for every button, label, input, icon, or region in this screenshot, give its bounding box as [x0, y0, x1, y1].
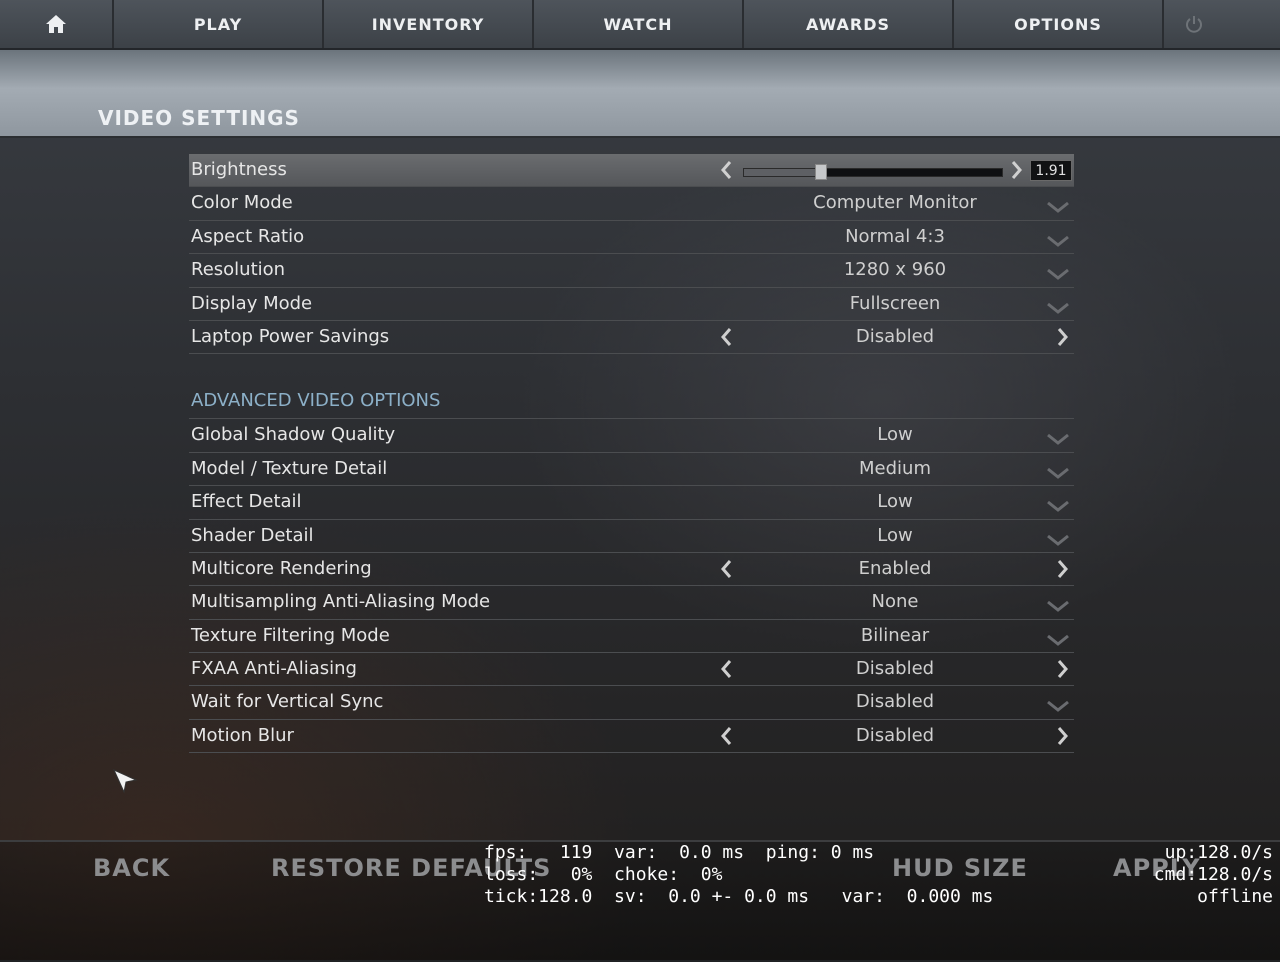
- setting-label: FXAA Anti-Aliasing: [191, 658, 357, 680]
- setting-value[interactable]: Medium: [749, 458, 1041, 479]
- setting-label: Motion Blur: [191, 724, 294, 746]
- arrow-left-icon[interactable]: [719, 559, 733, 579]
- hud-size-button[interactable]: HUD SIZE: [892, 854, 1028, 882]
- setting-label: Aspect Ratio: [191, 225, 305, 247]
- setting-label: Display Mode: [191, 292, 313, 314]
- setting-row-aspect-ratio[interactable]: Aspect Ratio Normal 4:3: [189, 221, 1074, 255]
- arrow-left-icon[interactable]: [719, 726, 733, 746]
- setting-value[interactable]: Fullscreen: [749, 293, 1041, 314]
- setting-row-resolution[interactable]: Resolution 1280 x 960: [189, 254, 1074, 288]
- tab-play[interactable]: PLAY: [114, 0, 324, 48]
- setting-row-texture-filtering-mode[interactable]: Texture Filtering Mode Bilinear: [189, 620, 1074, 654]
- arrow-right-icon[interactable]: [1010, 160, 1024, 180]
- arrow-right-icon[interactable]: [1056, 726, 1070, 746]
- setting-row-model-texture-detail[interactable]: Model / Texture Detail Medium: [189, 453, 1074, 487]
- netgraph-line-3: tick:128.0 sv: 0.0 +- 0.0 ms var: 0.000 …: [484, 886, 994, 907]
- setting-row-color-mode[interactable]: Color Mode Computer Monitor: [189, 187, 1074, 221]
- setting-row-multisampling-anti-aliasing-mode[interactable]: Multisampling Anti-Aliasing Mode None: [189, 586, 1074, 620]
- setting-value[interactable]: 1280 x 960: [749, 259, 1041, 280]
- setting-value[interactable]: Normal 4:3: [749, 226, 1041, 247]
- arrow-right-icon[interactable]: [1056, 659, 1070, 679]
- arrow-left-icon[interactable]: [719, 327, 733, 347]
- slider-fill: [744, 169, 821, 176]
- brightness-slider[interactable]: [743, 164, 1003, 180]
- netgraph-cmd: cmd:128.0/s: [1153, 864, 1273, 885]
- setting-label: Effect Detail: [191, 491, 302, 513]
- setting-label: Color Mode: [191, 192, 293, 214]
- setting-label: Resolution: [191, 259, 286, 281]
- chevron-down-icon[interactable]: [1046, 433, 1070, 446]
- setting-label: Brightness: [191, 159, 287, 180]
- arrow-right-icon[interactable]: [1056, 327, 1070, 347]
- top-nav: PLAY INVENTORY WATCH AWARDS OPTIONS: [0, 0, 1280, 50]
- setting-row-multicore-rendering[interactable]: Multicore Rendering Enabled: [189, 553, 1074, 587]
- settings-list: Brightness 1.91 Color Mode Computer Monit…: [189, 154, 1074, 754]
- setting-row-motion-blur[interactable]: Motion Blur Disabled: [189, 720, 1074, 754]
- setting-row-wait-for-vertical-sync[interactable]: Wait for Vertical Sync Disabled: [189, 686, 1074, 720]
- setting-value: Disabled: [855, 658, 935, 680]
- setting-row-shader-detail[interactable]: Shader Detail Low: [189, 520, 1074, 553]
- setting-value: Disabled: [855, 724, 935, 746]
- setting-value[interactable]: Low: [749, 491, 1041, 512]
- power-icon: [1186, 16, 1202, 33]
- chevron-down-icon[interactable]: [1046, 634, 1070, 646]
- setting-value: Disabled: [855, 325, 935, 347]
- netgraph-up: up:128.0/s: [1164, 842, 1273, 863]
- setting-value[interactable]: Low: [749, 424, 1041, 445]
- chevron-down-icon[interactable]: [1046, 500, 1070, 513]
- mouse-cursor-icon: [112, 768, 138, 794]
- arrow-left-icon[interactable]: [719, 659, 733, 679]
- section-title-advanced: ADVANCED VIDEO OPTIONS: [189, 386, 1074, 420]
- tab-inventory[interactable]: INVENTORY: [324, 0, 534, 48]
- power-button[interactable]: [1164, 0, 1224, 48]
- setting-value[interactable]: Disabled: [749, 691, 1041, 712]
- setting-label: Wait for Vertical Sync: [191, 691, 384, 713]
- slider-thumb[interactable]: [815, 164, 827, 180]
- setting-label: Multicore Rendering: [191, 557, 372, 579]
- arrow-right-icon[interactable]: [1056, 559, 1070, 579]
- chevron-down-icon[interactable]: [1046, 534, 1070, 546]
- chevron-down-icon[interactable]: [1046, 467, 1070, 479]
- brightness-value: 1.91: [1030, 160, 1072, 181]
- tab-awards[interactable]: AWARDS: [744, 0, 954, 48]
- setting-value[interactable]: Bilinear: [749, 625, 1041, 646]
- chevron-down-icon[interactable]: [1046, 302, 1070, 314]
- setting-row-effect-detail[interactable]: Effect Detail Low: [189, 486, 1074, 520]
- page-title: VIDEO SETTINGS: [98, 106, 300, 130]
- tab-watch[interactable]: WATCH: [534, 0, 744, 48]
- setting-label: Global Shadow Quality: [191, 424, 396, 446]
- setting-label: Texture Filtering Mode: [191, 624, 390, 646]
- home-icon: [46, 15, 66, 33]
- back-button[interactable]: BACK: [93, 854, 170, 882]
- setting-row-fxaa-anti-aliasing[interactable]: FXAA Anti-Aliasing Disabled: [189, 653, 1074, 687]
- setting-value[interactable]: None: [749, 591, 1041, 612]
- home-button[interactable]: [0, 0, 114, 48]
- chevron-down-icon[interactable]: [1046, 201, 1070, 214]
- chevron-down-icon[interactable]: [1046, 235, 1070, 247]
- chevron-down-icon[interactable]: [1046, 268, 1070, 281]
- setting-value[interactable]: Low: [749, 525, 1041, 546]
- setting-value[interactable]: Computer Monitor: [749, 192, 1041, 213]
- arrow-left-icon[interactable]: [719, 160, 733, 180]
- chevron-down-icon[interactable]: [1046, 700, 1070, 713]
- setting-label: Multisampling Anti-Aliasing Mode: [191, 591, 491, 613]
- netgraph-line-2: loss: 0% choke: 0%: [484, 864, 723, 885]
- netgraph-line-1: fps: 119 var: 0.0 ms ping: 0 ms: [484, 842, 875, 863]
- setting-row-laptop-power-savings[interactable]: Laptop Power Savings Disabled: [189, 321, 1074, 355]
- setting-row-brightness[interactable]: Brightness 1.91: [189, 154, 1074, 188]
- setting-label: Model / Texture Detail: [191, 457, 388, 479]
- setting-row-global-shadow-quality[interactable]: Global Shadow Quality Low: [189, 419, 1074, 453]
- tab-options[interactable]: OPTIONS: [954, 0, 1164, 48]
- setting-label: Shader Detail: [191, 524, 314, 546]
- setting-row-display-mode[interactable]: Display Mode Fullscreen: [189, 288, 1074, 321]
- header-banner: VIDEO SETTINGS: [0, 50, 1280, 138]
- setting-label: Laptop Power Savings: [191, 325, 390, 347]
- chevron-down-icon[interactable]: [1046, 600, 1070, 613]
- netgraph-status: offline: [1197, 886, 1273, 907]
- section-title-text: ADVANCED VIDEO OPTIONS: [191, 390, 441, 412]
- setting-value: Enabled: [858, 557, 932, 579]
